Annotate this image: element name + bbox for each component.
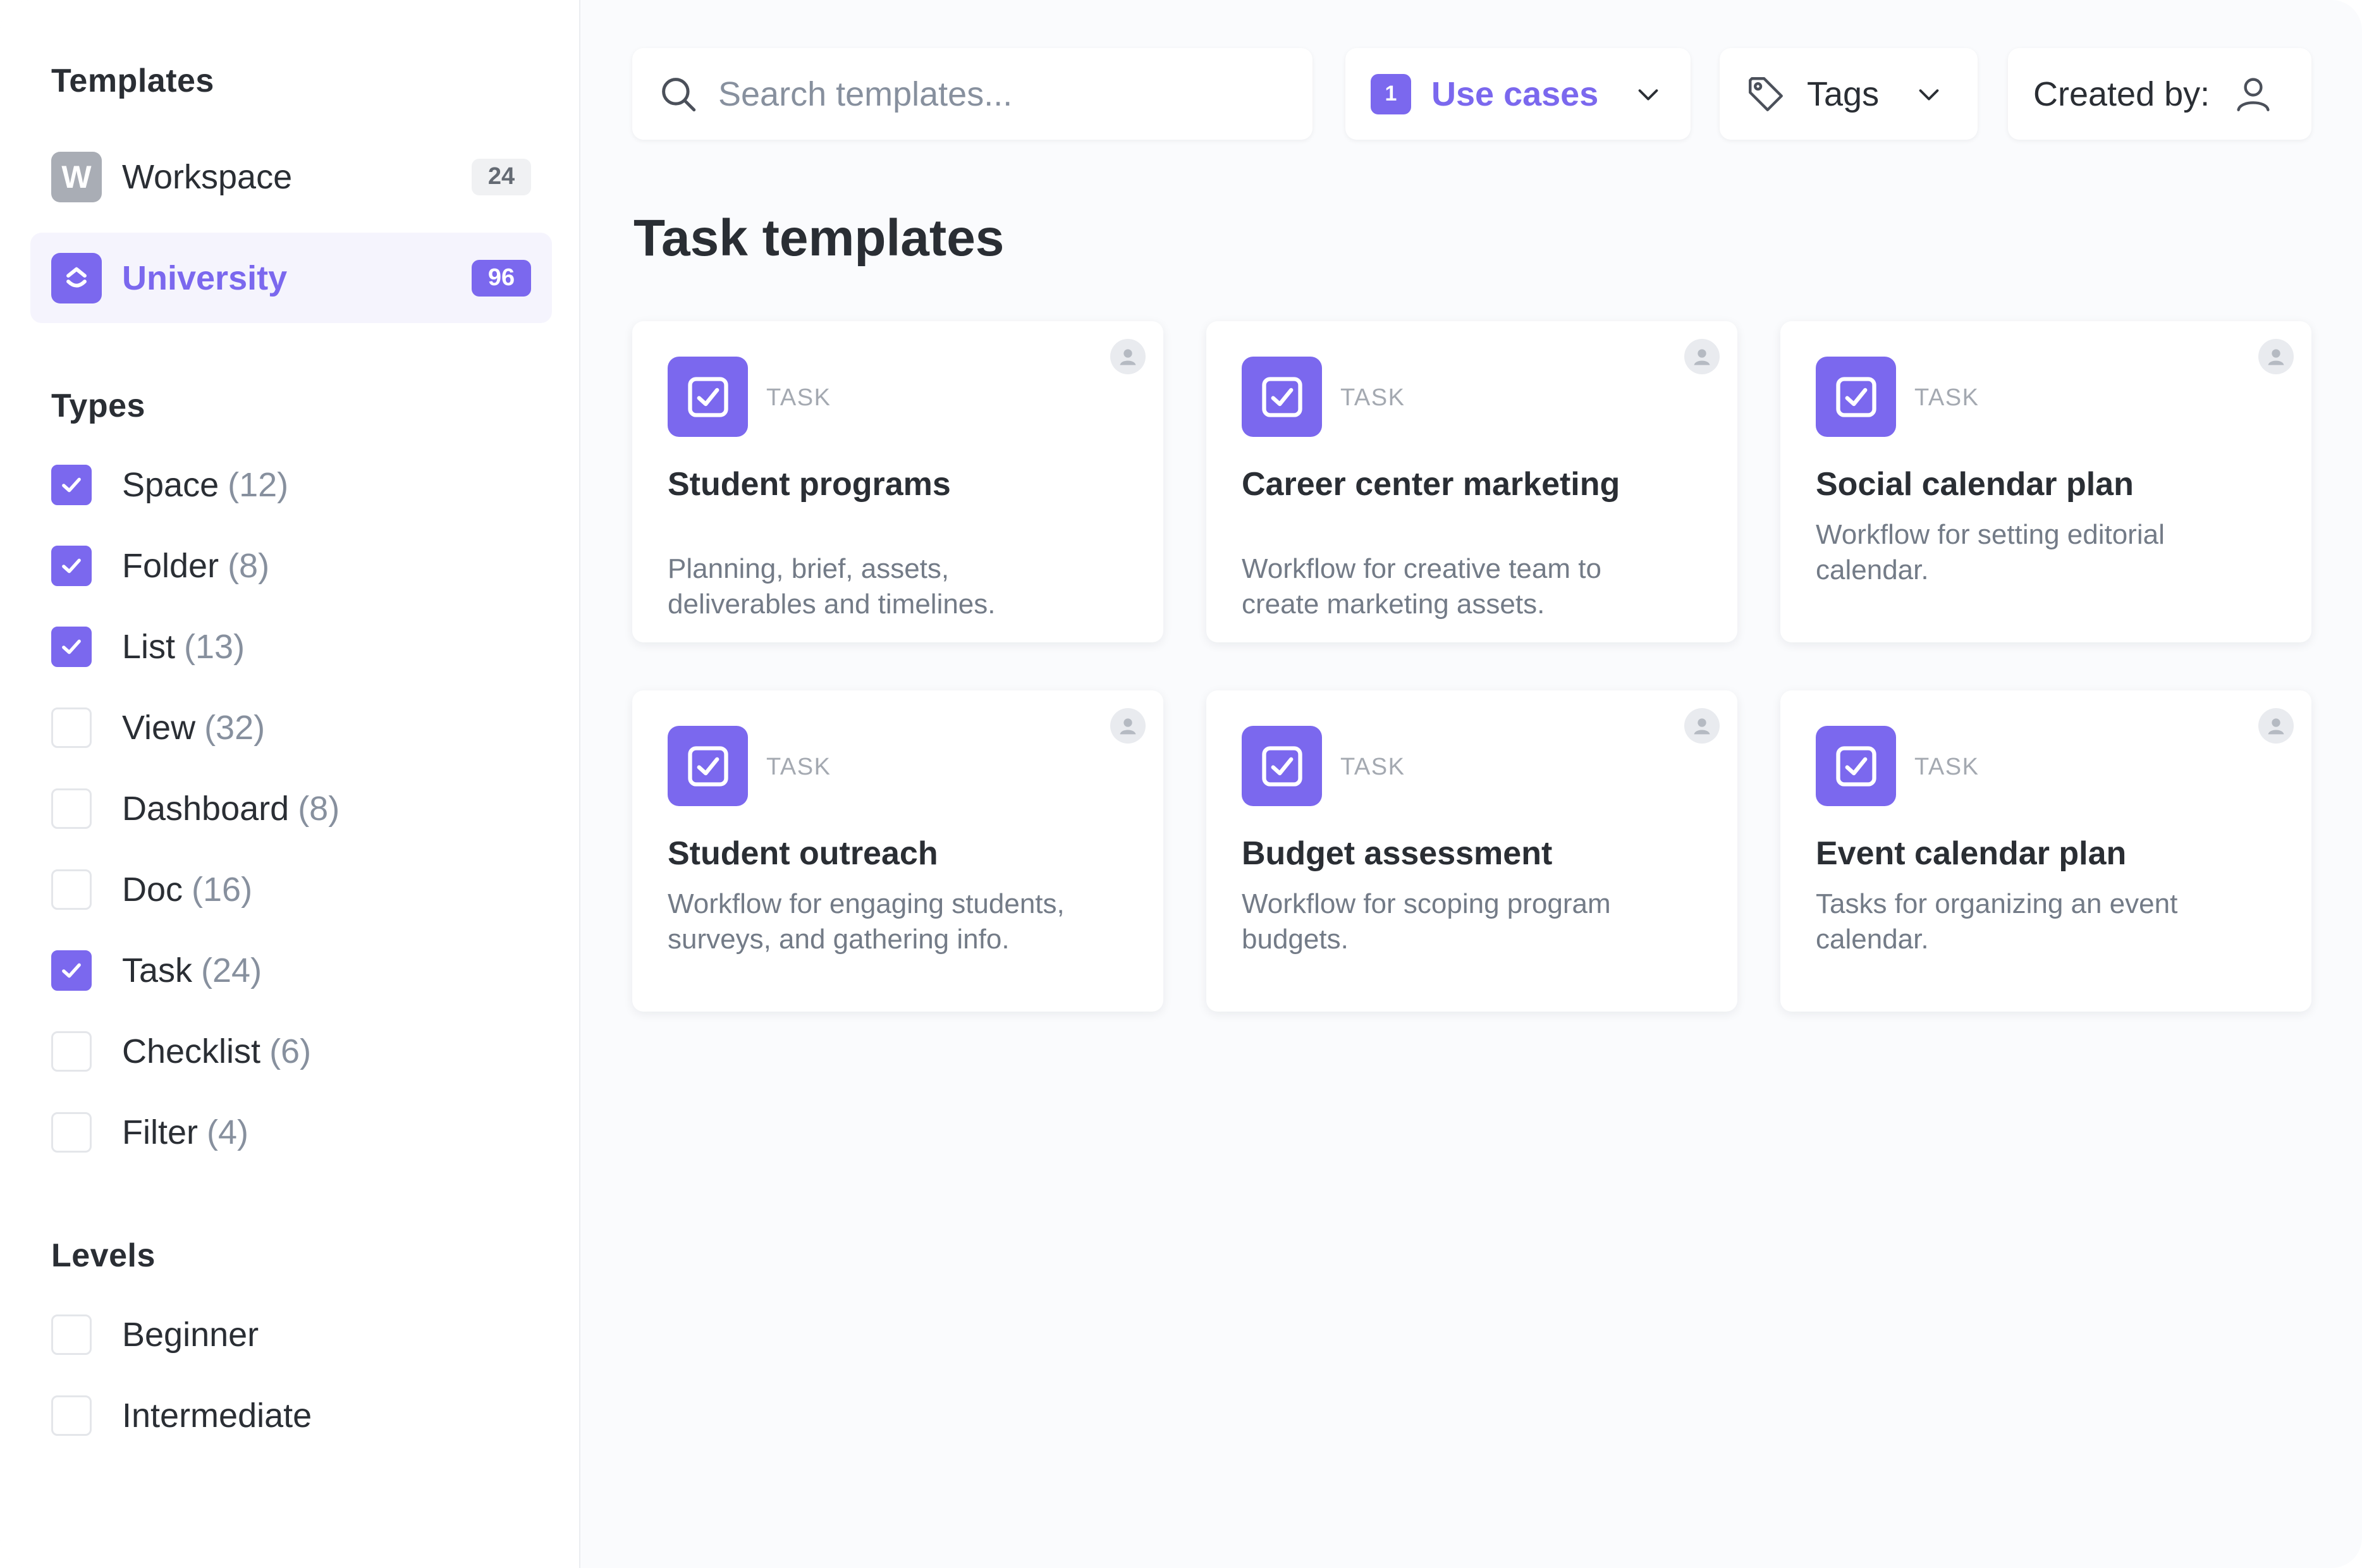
creator-avatar-icon [1684,708,1720,744]
use-cases-label: Use cases [1431,75,1599,113]
card-type-label: TASK [1914,384,1980,411]
workspace-avatar-icon: W [51,151,102,202]
task-checkbox-icon [668,357,748,437]
type-filter-checklist[interactable]: Checklist (6) [51,1029,311,1074]
type-filter-doc[interactable]: Doc (16) [51,867,252,912]
checkbox-unchecked[interactable] [51,707,92,748]
checkbox-checked-icon[interactable] [51,546,92,586]
tags-label: Tags [1807,75,1880,113]
type-filter-list[interactable]: List (13) [51,625,245,669]
created-by-label: Created by: [2033,75,2210,113]
checkbox-unchecked[interactable] [51,869,92,910]
card-description: Workflow for scoping program budgets. [1242,888,1611,955]
level-filter-intermediate[interactable]: Intermediate [51,1393,312,1438]
card-title: Student outreach [668,835,938,872]
card-type-label: TASK [766,384,831,411]
task-checkbox-icon [668,726,748,806]
creator-avatar-icon [1110,708,1146,744]
template-card[interactable]: TASK Student programs Planning, brief, a… [632,321,1163,642]
card-description: Workflow for setting editorial calendar. [1816,519,2165,585]
type-label: View (32) [122,709,266,747]
sidebar: Templates W Workspace 24 University 96 T… [0,0,580,1568]
creator-avatar-icon [1684,339,1720,374]
type-label: Space (12) [122,466,289,504]
chevron-down-icon [1919,89,1939,101]
use-cases-count-badge: 1 [1371,73,1411,114]
creator-avatar-icon [2258,339,2294,374]
level-filter-beginner[interactable]: Beginner [51,1313,259,1357]
type-filter-dashboard[interactable]: Dashboard (8) [51,787,340,831]
created-by-dropdown[interactable]: Created by: [2008,48,2311,140]
workspace-label: Workspace [122,157,293,196]
card-type-label: TASK [1340,384,1405,411]
template-card[interactable]: TASK Event calendar plan Tasks for organ… [1780,690,2311,1012]
chevron-down-icon [1638,89,1658,101]
checkbox-checked-icon[interactable] [51,465,92,505]
university-count-badge: 96 [472,259,531,297]
type-filter-folder[interactable]: Folder (8) [51,544,269,588]
card-title: Student programs [668,466,951,503]
levels-heading: Levels [51,1237,156,1274]
clickup-logo-icon [51,252,102,303]
card-title: Career center marketing [1242,466,1620,503]
level-label: Intermediate [122,1397,312,1435]
type-label: Task (24) [122,952,262,989]
type-label: Checklist (6) [122,1032,312,1070]
card-description: Workflow for creative team to create mark… [1242,553,1601,620]
checkbox-unchecked[interactable] [51,1314,92,1355]
card-type-label: TASK [766,754,831,780]
checkbox-unchecked[interactable] [51,788,92,829]
card-description: Tasks for organizing an event calendar. [1816,888,2178,955]
type-filter-filter[interactable]: Filter (4) [51,1110,248,1155]
template-card[interactable]: TASK Budget assessment Workflow for scop… [1206,690,1737,1012]
sidebar-item-university[interactable]: University 96 [30,233,552,323]
use-cases-dropdown[interactable]: 1 Use cases [1345,48,1691,140]
app-window: Templates W Workspace 24 University 96 T… [0,0,2362,1568]
type-label: Filter (4) [122,1113,248,1151]
tags-dropdown[interactable]: Tags [1720,48,1978,140]
template-card[interactable]: TASK Career center marketing Workflow fo… [1206,321,1737,642]
type-label: Doc (16) [122,871,253,909]
sidebar-item-workspace[interactable]: W Workspace 24 [30,132,552,222]
card-type-label: TASK [1340,754,1405,780]
level-label: Beginner [122,1316,259,1354]
type-label: Dashboard (8) [122,790,340,828]
search-icon [662,77,696,111]
type-filter-task[interactable]: Task (24) [51,948,262,993]
checkbox-checked-icon[interactable] [51,950,92,991]
template-card[interactable]: TASK Social calendar plan Workflow for s… [1780,321,2311,642]
type-label: Folder (8) [122,547,270,585]
template-card[interactable]: TASK Student outreach Workflow for engag… [632,690,1163,1012]
types-heading: Types [51,388,145,424]
university-label: University [122,259,288,297]
templates-heading: Templates [51,63,214,99]
card-title: Budget assessment [1242,835,1553,872]
task-checkbox-icon [1816,357,1896,437]
creator-avatar-icon [1110,339,1146,374]
type-label: List (13) [122,628,245,666]
checkbox-checked-icon[interactable] [51,627,92,667]
card-title: Social calendar plan [1816,466,2134,503]
creator-avatar-icon [2258,708,2294,744]
search-input[interactable] [718,74,1275,114]
type-filter-view[interactable]: View (32) [51,706,265,750]
task-checkbox-icon [1816,726,1896,806]
page-title: Task templates [633,209,1005,267]
checkbox-unchecked[interactable] [51,1395,92,1436]
checkbox-unchecked[interactable] [51,1112,92,1153]
task-checkbox-icon [1242,357,1322,437]
card-title: Event calendar plan [1816,835,2127,872]
card-type-label: TASK [1914,754,1980,780]
card-description: Workflow for engaging students, surveys, … [668,888,1065,955]
user-icon [2237,77,2270,111]
card-description: Planning, brief, assets, deliverables and… [668,553,996,620]
type-filter-space[interactable]: Space (12) [51,463,288,507]
workspace-count-badge: 24 [472,158,531,195]
task-checkbox-icon [1242,726,1322,806]
tag-icon [1749,77,1783,111]
search-box[interactable] [632,48,1313,140]
checkbox-unchecked[interactable] [51,1031,92,1072]
